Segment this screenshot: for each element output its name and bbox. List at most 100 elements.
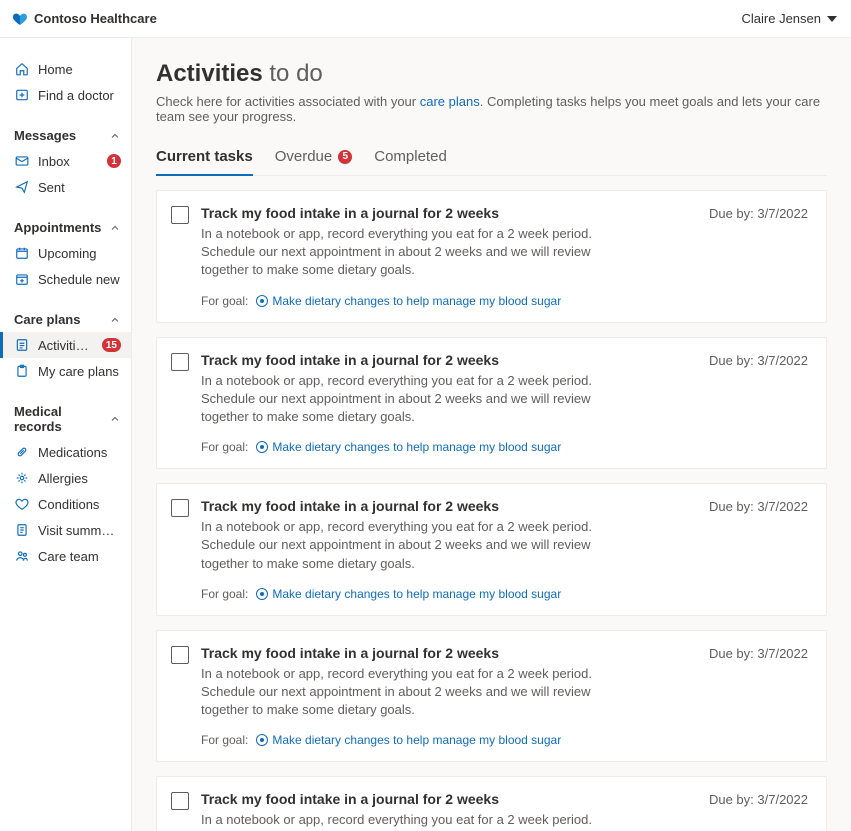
chevron-up-icon xyxy=(109,413,121,425)
sidebar-item-upcoming[interactable]: Upcoming xyxy=(0,240,131,266)
sidebar-item-label: Sent xyxy=(38,180,121,195)
target-icon xyxy=(256,295,268,307)
task-for-goal-label: For goal: xyxy=(201,294,248,308)
target-icon xyxy=(256,734,268,746)
task-card: Track my food intake in a journal for 2 … xyxy=(156,337,827,470)
sidebar-item-conditions[interactable]: Conditions xyxy=(0,491,131,517)
sidebar-item-label: Home xyxy=(38,62,121,77)
task-checkbox[interactable] xyxy=(171,646,189,664)
task-due-date: Due by: 3/7/2022 xyxy=(709,792,808,807)
tabs: Current tasks Overdue 5 Completed xyxy=(156,142,827,176)
sidebar-group-label: Medical records xyxy=(14,404,109,434)
sidebar-item-label: Conditions xyxy=(38,497,121,512)
sidebar-item-label: Schedule new xyxy=(38,272,121,287)
task-title: Track my food intake in a journal for 2 … xyxy=(201,352,499,368)
sidebar-item-label: Medications xyxy=(38,445,121,460)
calendar-add-icon xyxy=(14,271,30,287)
calendar-icon xyxy=(14,245,30,261)
activities-badge: 15 xyxy=(102,338,121,352)
task-card: Track my food intake in a journal for 2 … xyxy=(156,776,827,831)
sidebar-group-appointments[interactable]: Appointments xyxy=(0,214,131,240)
tab-label: Overdue xyxy=(275,148,333,165)
task-goal-link[interactable]: Make dietary changes to help manage my b… xyxy=(256,587,561,601)
task-goal-link[interactable]: Make dietary changes to help manage my b… xyxy=(256,440,561,454)
sidebar-group-care-plans[interactable]: Care plans xyxy=(0,306,131,332)
tab-label: Completed xyxy=(374,148,447,165)
task-description: In a notebook or app, record everything … xyxy=(201,665,601,720)
sidebar-item-schedule-new[interactable]: Schedule new xyxy=(0,266,131,292)
task-goal-text: Make dietary changes to help manage my b… xyxy=(272,733,561,747)
sidebar-group-label: Messages xyxy=(14,128,76,143)
tab-overdue[interactable]: Overdue 5 xyxy=(275,142,353,175)
task-due-date: Due by: 3/7/2022 xyxy=(709,499,808,514)
sidebar-item-find-doctor[interactable]: Find a doctor xyxy=(0,82,131,108)
sidebar-item-my-care-plans[interactable]: My care plans xyxy=(0,358,131,384)
task-due-date: Due by: 3/7/2022 xyxy=(709,353,808,368)
task-for-goal-label: For goal: xyxy=(201,733,248,747)
sidebar-group-label: Care plans xyxy=(14,312,80,327)
page-subtitle-prefix: Check here for activities associated wit… xyxy=(156,94,420,109)
task-description: In a notebook or app, record everything … xyxy=(201,811,601,831)
page-title: Activities to do xyxy=(156,60,827,88)
home-icon xyxy=(14,61,30,77)
heart-icon xyxy=(14,496,30,512)
care-plans-link[interactable]: care plans xyxy=(420,94,480,109)
sidebar-group-messages[interactable]: Messages xyxy=(0,122,131,148)
tab-completed[interactable]: Completed xyxy=(374,142,447,175)
task-list: Track my food intake in a journal for 2 … xyxy=(156,190,827,831)
task-goal-text: Make dietary changes to help manage my b… xyxy=(272,440,561,454)
task-for-goal-label: For goal: xyxy=(201,440,248,454)
brand[interactable]: Contoso Healthcare xyxy=(12,11,157,27)
sidebar-item-allergies[interactable]: Allergies xyxy=(0,465,131,491)
task-title: Track my food intake in a journal for 2 … xyxy=(201,791,499,807)
chevron-up-icon xyxy=(109,130,121,142)
sidebar-item-medications[interactable]: Medications xyxy=(0,439,131,465)
task-checkbox[interactable] xyxy=(171,353,189,371)
people-icon xyxy=(14,548,30,564)
sidebar-item-home[interactable]: Home xyxy=(0,56,131,82)
chevron-up-icon xyxy=(109,222,121,234)
task-goal-link[interactable]: Make dietary changes to help manage my b… xyxy=(256,733,561,747)
sidebar-item-sent[interactable]: Sent xyxy=(0,174,131,200)
task-description: In a notebook or app, record everything … xyxy=(201,518,601,573)
clipboard-icon xyxy=(14,363,30,379)
sidebar: Home Find a doctor Messages Inbox 1 xyxy=(0,38,132,831)
send-icon xyxy=(14,179,30,195)
task-goal-text: Make dietary changes to help manage my b… xyxy=(272,294,561,308)
sidebar-item-activities[interactable]: Activities to do 15 xyxy=(0,332,131,358)
target-icon xyxy=(256,441,268,453)
heart-logo-icon xyxy=(12,11,28,27)
overdue-badge: 5 xyxy=(338,150,352,164)
sidebar-item-label: Care team xyxy=(38,549,121,564)
task-checkbox[interactable] xyxy=(171,792,189,810)
task-card: Track my food intake in a journal for 2 … xyxy=(156,190,827,323)
task-goal-text: Make dietary changes to help manage my b… xyxy=(272,587,561,601)
task-for-goal-label: For goal: xyxy=(201,587,248,601)
sidebar-group-medical-records[interactable]: Medical records xyxy=(0,398,131,439)
user-menu[interactable]: Claire Jensen xyxy=(742,11,838,26)
sidebar-item-inbox[interactable]: Inbox 1 xyxy=(0,148,131,174)
task-checkbox[interactable] xyxy=(171,499,189,517)
task-checkbox[interactable] xyxy=(171,206,189,224)
app-header: Contoso Healthcare Claire Jensen xyxy=(0,0,851,38)
chevron-down-icon xyxy=(827,16,837,22)
sidebar-item-label: My care plans xyxy=(38,364,121,379)
page-title-light: to do xyxy=(269,60,322,87)
task-title: Track my food intake in a journal for 2 … xyxy=(201,498,499,514)
task-goal-link[interactable]: Make dietary changes to help manage my b… xyxy=(256,294,561,308)
chevron-up-icon xyxy=(109,314,121,326)
brand-name: Contoso Healthcare xyxy=(34,11,157,26)
sidebar-item-label: Allergies xyxy=(38,471,121,486)
mail-icon xyxy=(14,153,30,169)
task-title: Track my food intake in a journal for 2 … xyxy=(201,645,499,661)
sidebar-item-label: Upcoming xyxy=(38,246,121,261)
sidebar-item-visit-summaries[interactable]: Visit summaries xyxy=(0,517,131,543)
tab-current-tasks[interactable]: Current tasks xyxy=(156,142,253,175)
sidebar-item-label: Activities to do xyxy=(38,338,94,353)
inbox-badge: 1 xyxy=(107,154,121,168)
task-description: In a notebook or app, record everything … xyxy=(201,225,601,280)
sidebar-item-label: Inbox xyxy=(38,154,99,169)
doctor-icon xyxy=(14,87,30,103)
sidebar-item-care-team[interactable]: Care team xyxy=(0,543,131,569)
target-icon xyxy=(256,588,268,600)
